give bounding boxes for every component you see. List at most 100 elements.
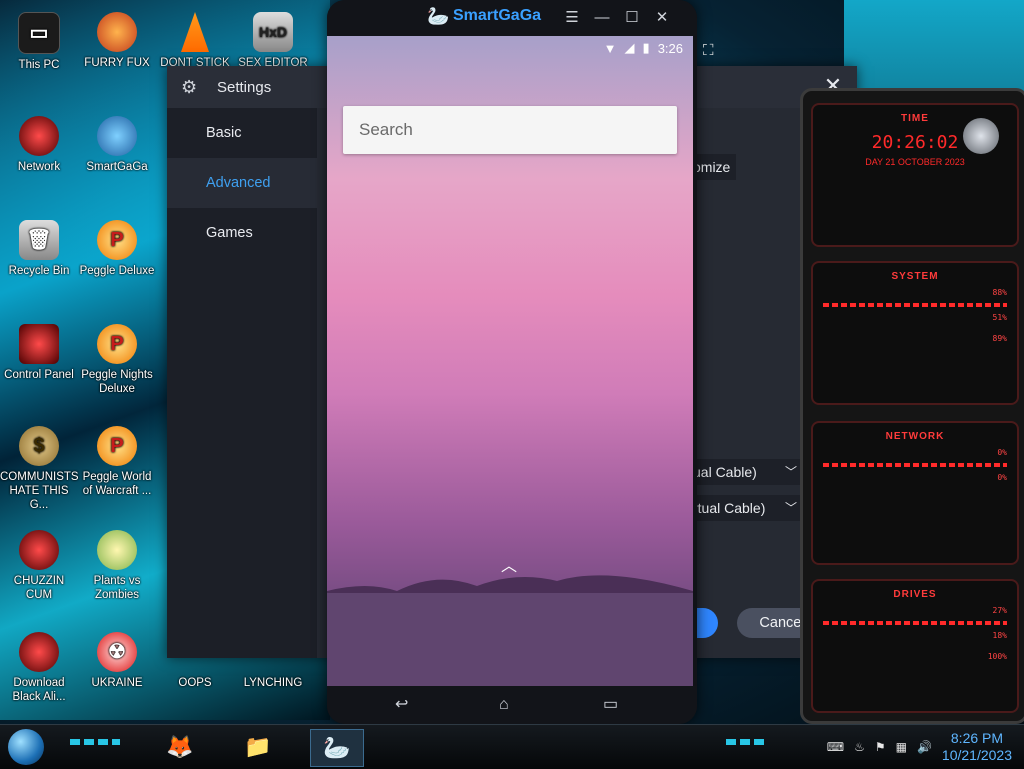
signal-icon: ◢	[624, 40, 635, 55]
desktop-icon-peggle-wow[interactable]: P Peggle World of Warcraft ...	[78, 422, 156, 498]
desktop-icon-smartgaga[interactable]: SmartGaGa	[78, 112, 156, 174]
peggle-icon: P	[97, 426, 137, 466]
system-title: SYSTEM	[891, 271, 939, 282]
desktop-icon-label: Peggle World of Warcraft ...	[82, 471, 152, 497]
desktop-icon-recycle-bin[interactable]: 🗑 Recycle Bin	[0, 216, 78, 278]
desktop-icon-label: Recycle Bin	[8, 265, 70, 277]
sidebar-item-advanced[interactable]: Advanced	[167, 158, 317, 208]
taskbar-clock[interactable]: 8:26 PM 10/21/2023	[942, 730, 1012, 764]
system-value: 51%	[992, 313, 1007, 322]
peggle-icon: P	[97, 324, 137, 364]
start-button[interactable]	[8, 729, 44, 765]
desktop-icon-label: Plants vs Zombies	[93, 575, 141, 601]
search-placeholder: Search	[359, 120, 413, 139]
chuzzle-icon	[19, 530, 59, 570]
chevron-up-icon[interactable]: ︿	[501, 552, 517, 576]
drives-value: 18%	[992, 631, 1007, 640]
desktop-icon-label: Peggle Nights Deluxe	[81, 369, 153, 395]
settings-title: Settings	[217, 79, 272, 96]
select-value: ual Cable)	[693, 464, 757, 480]
firefox-taskbar-icon[interactable]: 🦊	[162, 729, 198, 765]
desktop-icon-peggle-deluxe[interactable]: P Peggle Deluxe	[78, 216, 156, 278]
drives-title: DRIVES	[893, 589, 937, 600]
search-input[interactable]: Search	[343, 106, 677, 154]
home-icon[interactable]: ⌂	[499, 696, 509, 714]
close-icon[interactable]: ✕	[651, 8, 673, 28]
minimize-icon[interactable]: —	[591, 8, 613, 28]
taskbar: 🦊 📁 🦢 ⌨ ♨ ⚑ ▦ 🔊 8:26 PM 10/21/2023	[0, 724, 1024, 769]
status-time: 3:26	[657, 40, 683, 56]
desktop-icon-label: SmartGaGa	[86, 161, 148, 173]
desktop-icon-ukraine[interactable]: ☢ UKRAINE	[78, 628, 156, 690]
computer-icon: ▭	[18, 12, 60, 54]
money-bag-icon: $	[19, 426, 59, 466]
select-value: rtual Cable)	[693, 500, 766, 516]
network-tray-icon[interactable]: ▦	[896, 740, 907, 754]
network-title: NETWORK	[885, 431, 945, 442]
desktop-icon-sex-editor[interactable]: HxD SEX EDITOR	[234, 8, 312, 70]
desktop-icon-label: CHUZZIN CUM	[13, 575, 65, 601]
taskbar-date: 10/21/2023	[941, 747, 1012, 763]
android-screen[interactable]: ▼ ◢ ▮ 3:26 Search ︿	[327, 36, 693, 686]
smartgaga-taskbar-icon[interactable]: 🦢	[310, 729, 364, 767]
network-row: 0%	[813, 442, 1017, 463]
battery-icon: ▮	[642, 40, 650, 55]
maximize-icon[interactable]: ☐	[621, 8, 643, 28]
audio-output-select[interactable]: ual Cable) ﹀	[687, 459, 803, 485]
flag-icon[interactable]: ⚑	[875, 740, 886, 754]
menu-icon[interactable]: ☰	[561, 8, 583, 28]
desktop-icon-download-black-ali[interactable]: Download Black Ali...	[0, 628, 78, 704]
system-row: 88%	[813, 282, 1017, 303]
sunflower-icon	[97, 530, 137, 570]
sidebar-item-games[interactable]: Games	[167, 208, 317, 258]
taskbar-decoration	[726, 739, 766, 745]
firefox-icon	[97, 12, 137, 52]
status-bar: ▼ ◢ ▮ 3:26	[604, 40, 683, 56]
drives-row: 27%	[813, 600, 1017, 621]
recents-icon[interactable]: ▭	[603, 696, 618, 714]
desktop-icon-furry-fux[interactable]: FURRY FUX	[78, 8, 156, 70]
taskbar-time: 8:26 PM	[950, 730, 1004, 746]
control-panel-icon	[19, 324, 59, 364]
desktop-icon-label: Peggle Deluxe	[79, 265, 155, 277]
peggle-icon: P	[97, 220, 137, 260]
smartgaga-swan-icon	[97, 116, 137, 156]
hxd-icon: HxD	[253, 12, 293, 52]
desktop-icon-control-panel[interactable]: Control Panel	[0, 320, 78, 382]
desktop-icon-this-pc[interactable]: ▭ This PC	[0, 8, 78, 72]
keyboard-icon[interactable]: ⌨	[827, 740, 844, 754]
network-panel: NETWORK 0% 0%	[811, 421, 1019, 565]
desktop-icon-communists[interactable]: $ COMMUNISTS HATE THIS G...	[0, 422, 79, 512]
network-value: 0%	[997, 448, 1007, 457]
swan-icon: 🦢	[427, 6, 450, 26]
desktop-icon-chuzzin[interactable]: CHUZZIN CUM	[0, 526, 78, 602]
java-icon[interactable]: ♨	[854, 740, 865, 754]
back-icon[interactable]: ↩	[395, 696, 408, 714]
smartgaga-logo: 🦢 SmartGaGa	[427, 6, 541, 26]
system-monitor-widget: TIME 20:26:02 DAY 21 OCTOBER 2023 SYSTEM…	[800, 88, 1024, 724]
audio-input-select[interactable]: rtual Cable) ﹀	[687, 495, 803, 521]
radiation-icon: ☢	[97, 632, 137, 672]
desktop-icon-label: Download Black Ali...	[12, 677, 66, 703]
desktop-icon-dont-stick[interactable]: DONT STICK	[156, 8, 234, 70]
file-explorer-icon[interactable]: 📁	[240, 729, 276, 765]
taskbar-decoration	[70, 739, 120, 745]
desktop-icon-pvz[interactable]: Plants vs Zombies	[78, 526, 156, 602]
desktop-icon-peggle-nights[interactable]: P Peggle Nights Deluxe	[78, 320, 156, 396]
system-tray: ⌨ ♨ ⚑ ▦ 🔊 8:26 PM 10/21/2023	[827, 725, 1012, 769]
sidebar-item-basic[interactable]: Basic	[167, 108, 317, 158]
alienware-logo-icon	[963, 118, 999, 154]
chevron-down-icon: ﹀	[784, 465, 797, 479]
volume-icon[interactable]: 🔊	[917, 740, 932, 754]
alien-icon	[19, 632, 59, 672]
desktop-icon-network[interactable]: Network	[0, 112, 78, 174]
network-icon	[19, 116, 59, 156]
recycle-bin-icon: 🗑	[19, 220, 59, 260]
desktop-icon-label: OOPS	[178, 677, 212, 689]
android-navbar: ↩ ⌂ ▭	[327, 686, 697, 724]
desktop-icon-label: COMMUNISTS HATE THIS G...	[0, 471, 79, 511]
fullscreen-icon[interactable]: ⛶	[703, 42, 714, 59]
smartgaga-window: 🦢 SmartGaGa ☰ — ☐ ✕ ▼ ◢ ▮ 3:26 Search ︿ …	[327, 0, 697, 724]
wifi-icon: ▼	[603, 40, 617, 56]
network-row: 0%	[813, 467, 1017, 488]
